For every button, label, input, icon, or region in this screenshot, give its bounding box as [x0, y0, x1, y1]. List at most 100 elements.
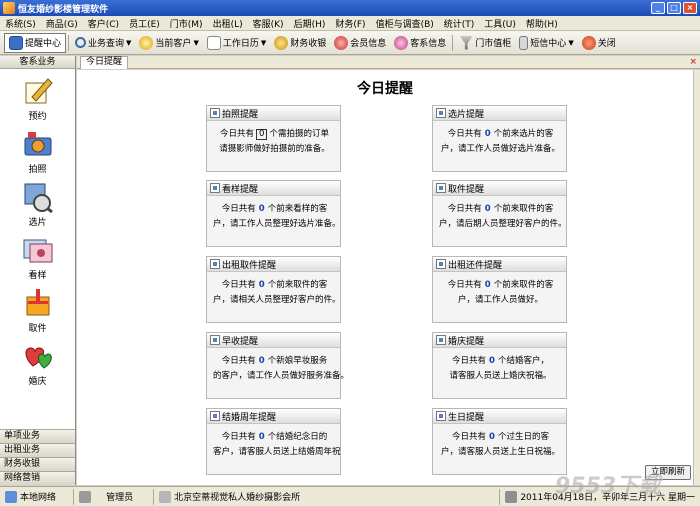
- card-line: 今日共有 0 个结婚客户，: [439, 354, 562, 369]
- app-icon: [3, 2, 15, 14]
- card-count: 0: [256, 129, 268, 140]
- finance-button[interactable]: 财务收银: [270, 33, 330, 53]
- left-panel-header[interactable]: 客系业务: [0, 56, 75, 69]
- current-customer-button[interactable]: 当前客户 ▼: [135, 33, 202, 53]
- card-header: 出租还件提醒: [433, 257, 566, 272]
- card-line2: 户，请客服人员送上生日祝福。: [440, 447, 560, 457]
- menu-finance[interactable]: 财务(F): [330, 17, 370, 30]
- card-pre: 今日共有: [447, 204, 482, 214]
- nav-item-photo[interactable]: 拍照: [22, 128, 54, 181]
- tab-finance[interactable]: 财务收银: [0, 457, 75, 471]
- menu-customer[interactable]: 客户(C): [83, 17, 124, 30]
- card-body: 今日共有 0 个前来看样的客 户，请工作人员整理好选片准备。: [207, 196, 341, 232]
- status-network-label: 本地网络: [20, 493, 57, 503]
- service-info-button[interactable]: 客系信息: [390, 33, 450, 53]
- store-cabinet-label: 门市值柜: [475, 39, 512, 49]
- menu-goods[interactable]: 商品(G): [41, 17, 83, 30]
- title-bar: 恒友婚纱影楼管理软件 _ □ ×: [0, 0, 700, 16]
- card-line2: 户，请工作人员整理好选片准备。: [213, 219, 341, 229]
- chevron-down-icon[interactable]: ▼: [193, 39, 198, 47]
- card-header: 选片提醒: [433, 106, 566, 121]
- reminder-icon: [436, 411, 446, 421]
- tab-today-reminder[interactable]: 今日提醒: [80, 56, 129, 69]
- nav-label-pickup: 取件: [28, 324, 47, 334]
- menu-statistics[interactable]: 统计(T): [439, 17, 480, 30]
- sms-center-button[interactable]: 短信中心 ▼: [515, 33, 577, 53]
- chevron-down-icon[interactable]: ▼: [568, 39, 573, 47]
- card-line: 今日共有 0 个前来看样的客: [213, 202, 336, 217]
- menu-store[interactable]: 门市(M): [165, 17, 208, 30]
- chevron-down-icon[interactable]: ▼: [126, 39, 131, 47]
- card-line2: 客户，请客服人员送上结婚周年祝: [213, 447, 341, 457]
- card-line: 今日共有 0 个前来取件的客: [439, 278, 562, 293]
- card-line2: 户，请工作人员做好选片准备。: [440, 144, 560, 154]
- nav-item-sample[interactable]: 看样: [22, 234, 54, 287]
- tab-rental-business[interactable]: 出租业务: [0, 443, 75, 457]
- reminder-icon: [210, 108, 220, 118]
- reminder-panel: 今日提醒 拍照提醒 今日共有 0 个需拍摄的订单 请摄影师做好拍摄前的准备。 选片提…: [77, 70, 693, 485]
- close-window-button[interactable]: ×: [683, 2, 697, 14]
- coins-icon: [274, 35, 289, 50]
- card-body: 今日共有 0 个前来取件的客 户，请工作人员做好。: [433, 272, 566, 308]
- tab-network-marketing[interactable]: 网络营销: [0, 471, 75, 485]
- menu-cabinet-survey[interactable]: 值柜与调查(B): [371, 17, 439, 30]
- card-body: 今日共有 0 个过生日的客 户，请客服人员送上生日祝福。: [433, 424, 566, 460]
- nav-item-appointment[interactable]: 预约: [22, 75, 54, 128]
- menu-system[interactable]: 系统(S): [0, 17, 41, 30]
- close-tab-icon[interactable]: ×: [689, 57, 697, 67]
- toolbar: 提醒中心 业务查询 ▼ 当前客户 ▼ 工作日历 ▼ 财务收银 会员信息 客系信息…: [0, 31, 700, 55]
- reminder-center-button[interactable]: 提醒中心: [4, 32, 67, 53]
- close-button[interactable]: 关闭: [578, 33, 620, 53]
- member-info-button[interactable]: 会员信息: [330, 33, 390, 53]
- card-pre: 今日共有: [221, 432, 256, 442]
- card-count: 0: [489, 432, 495, 442]
- customer-icon: [139, 35, 154, 50]
- reminder-icon: [210, 183, 220, 193]
- chevron-down-icon[interactable]: ▼: [261, 39, 266, 47]
- photo-select-icon: [22, 181, 54, 214]
- business-query-button[interactable]: 业务查询 ▼: [71, 33, 135, 53]
- card-rental-return-reminder: 出租还件提醒 今日共有 0 个前来取件的客 户，请工作人员做好。: [432, 256, 567, 323]
- tab-single-business[interactable]: 单项业务: [0, 429, 75, 443]
- card-line1: 个前来取件的客: [267, 280, 328, 290]
- minimize-button[interactable]: _: [651, 2, 665, 14]
- card-line2: 请客服人员送上婚庆祝福。: [449, 371, 552, 381]
- menu-tools[interactable]: 工具(U): [479, 17, 521, 30]
- card-count: 0: [484, 204, 491, 214]
- page-title: 今日提醒: [357, 81, 413, 97]
- card-select-reminder: 选片提醒 今日共有 0 个前来选片的客 户，请工作人员做好选片准备。: [432, 105, 567, 172]
- status-network: 本地网络: [0, 488, 75, 505]
- menu-employee[interactable]: 员工(E): [124, 17, 165, 30]
- card-line1: 个结婚客户，: [497, 356, 549, 366]
- reminder-icon: [436, 183, 446, 193]
- status-company-label: 北京空蒂视觉私人婚纱摄影会所: [174, 493, 301, 503]
- card-line: 今日共有 0 个前来取件的客: [213, 278, 336, 293]
- finance-label: 财务收银: [290, 39, 327, 49]
- card-wedding-reminder: 婚庆提醒 今日共有 0 个结婚客户， 请客服人员送上婚庆祝福。: [432, 332, 567, 399]
- menu-postprod[interactable]: 后期(H): [289, 17, 331, 30]
- store-cabinet-button[interactable]: 门市值柜: [455, 33, 515, 53]
- menu-service[interactable]: 客服(K): [248, 17, 289, 30]
- company-icon: [159, 490, 172, 503]
- maximize-button[interactable]: □: [667, 2, 681, 14]
- menu-rental[interactable]: 出租(L): [208, 17, 248, 30]
- menu-help[interactable]: 帮助(H): [521, 17, 563, 30]
- card-header: 取件提醒: [433, 181, 566, 196]
- card-pre: 今日共有: [221, 280, 256, 290]
- status-user-label: 管理员: [106, 493, 134, 503]
- card-count: 0: [258, 432, 265, 442]
- reminder-icon: [210, 335, 220, 345]
- nav-item-pickup[interactable]: 取件: [22, 287, 54, 340]
- menu-bar: 系统(S) 商品(G) 客户(C) 员工(E) 门市(M) 出租(L) 客服(K…: [0, 16, 700, 31]
- status-user: 管理员: [74, 488, 155, 505]
- network-icon: [5, 490, 17, 503]
- card-pre: 今日共有: [452, 432, 487, 442]
- vertical-scrollbar[interactable]: [693, 70, 700, 485]
- nav-item-select[interactable]: 选片: [22, 181, 54, 234]
- card-title: 出租取件提醒: [222, 260, 277, 271]
- calendar-icon: [206, 35, 221, 50]
- work-calendar-button[interactable]: 工作日历 ▼: [203, 33, 270, 53]
- nav-item-wedding[interactable]: 婚庆: [22, 340, 54, 393]
- reminder-icon: [436, 335, 446, 345]
- card-title: 取件提醒: [448, 184, 485, 195]
